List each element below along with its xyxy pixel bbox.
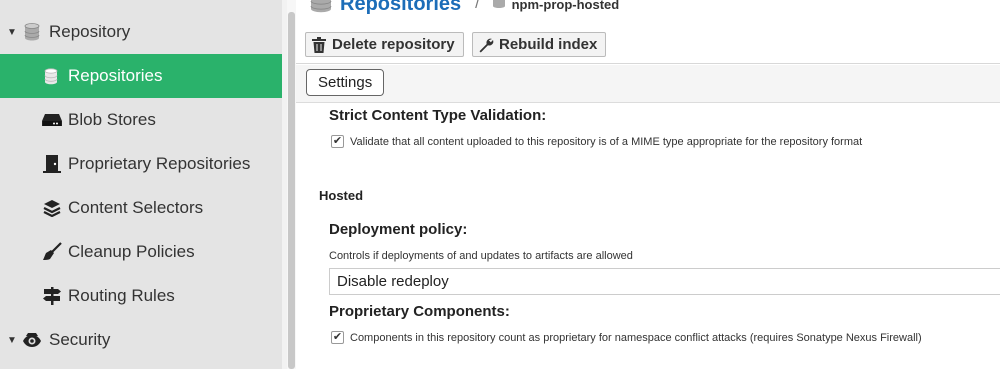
- proprietary-components-checkbox[interactable]: ✔: [331, 331, 344, 344]
- strict-content-type-label: Strict Content Type Validation:: [329, 107, 547, 124]
- tab-settings[interactable]: Settings: [306, 69, 385, 96]
- sidebar-group-label: Repository: [49, 22, 131, 41]
- settings-form: Strict Content Type Validation: ✔ Valida…: [296, 103, 1000, 369]
- signpost-icon: [42, 286, 62, 306]
- sidebar-item-label: Blob Stores: [68, 110, 156, 129]
- sidebar-item-label: Proprietary Repositories: [68, 154, 251, 173]
- proprietary-components-text: Components in this repository count as p…: [350, 331, 922, 344]
- rebuild-index-label: Rebuild index: [499, 36, 598, 53]
- sidebar: ▼ Repository Repositories Blob Stores Pr…: [0, 0, 282, 369]
- sidebar-item-routing-rules[interactable]: Routing Rules: [0, 274, 282, 318]
- breadcrumb: Repositories / npm-prop-hosted: [310, 0, 619, 16]
- database-icon: [310, 0, 332, 18]
- layers-icon: [42, 198, 62, 218]
- strict-content-type-checkbox[interactable]: ✔: [331, 135, 344, 148]
- hosted-section-title: Hosted: [319, 188, 364, 203]
- database-icon: [41, 66, 61, 86]
- strict-content-type-text: Validate that all content uploaded to th…: [350, 135, 863, 148]
- sidebar-scrollbar[interactable]: [287, 0, 296, 369]
- strict-content-type-row: ✔ Validate that all content uploaded to …: [331, 135, 862, 148]
- proprietary-components-row: ✔ Components in this repository count as…: [331, 331, 922, 344]
- caret-down-icon[interactable]: ▼: [7, 27, 17, 38]
- breadcrumb-repositories-link[interactable]: Repositories: [340, 0, 461, 16]
- main-panel: Repositories / npm-prop-hosted Delete re…: [296, 0, 1000, 369]
- door-icon: [42, 154, 62, 174]
- scrollbar-thumb[interactable]: [288, 12, 295, 369]
- sidebar-item-cleanup-policies[interactable]: Cleanup Policies: [0, 230, 282, 274]
- deployment-policy-select[interactable]: Disable redeploy: [329, 268, 1000, 295]
- sidebar-group-repository[interactable]: ▼ Repository: [0, 10, 282, 54]
- sidebar-group-label: Security: [49, 330, 111, 349]
- deployment-policy-help: Controls if deployments of and updates t…: [329, 250, 633, 262]
- sidebar-item-label: Content Selectors: [68, 198, 204, 217]
- sidebar-item-blob-stores[interactable]: Blob Stores: [0, 98, 282, 142]
- delete-repository-button[interactable]: Delete repository: [305, 32, 464, 57]
- database-icon: [22, 22, 42, 42]
- sidebar-item-content-selectors[interactable]: Content Selectors: [0, 186, 282, 230]
- database-icon: [492, 0, 506, 14]
- breadcrumb-current: npm-prop-hosted: [511, 0, 620, 12]
- toolbar: Delete repository Rebuild index: [296, 30, 1000, 64]
- sidebar-item-proprietary-repositories[interactable]: Proprietary Repositories: [0, 142, 282, 186]
- rebuild-index-button[interactable]: Rebuild index: [472, 32, 607, 57]
- caret-down-icon[interactable]: ▼: [7, 335, 17, 346]
- sidebar-group-security[interactable]: ▼ Security: [0, 318, 282, 362]
- breadcrumb-separator: /: [475, 0, 480, 12]
- sidebar-item-repositories[interactable]: Repositories: [0, 54, 282, 98]
- sidebar-item-label: Repositories: [68, 66, 163, 85]
- tab-bar: Settings: [296, 65, 1000, 103]
- delete-repository-label: Delete repository: [332, 36, 455, 53]
- sidebar-item-label: Cleanup Policies: [68, 242, 195, 261]
- proprietary-components-label: Proprietary Components:: [329, 303, 510, 320]
- sidebar-item-label: Routing Rules: [68, 286, 175, 305]
- hard-drive-icon: [42, 110, 62, 130]
- security-eye-icon: [22, 330, 42, 350]
- deployment-policy-label: Deployment policy:: [329, 221, 468, 238]
- trash-icon: [310, 36, 328, 54]
- wrench-icon: [477, 36, 495, 54]
- broom-icon: [42, 242, 62, 262]
